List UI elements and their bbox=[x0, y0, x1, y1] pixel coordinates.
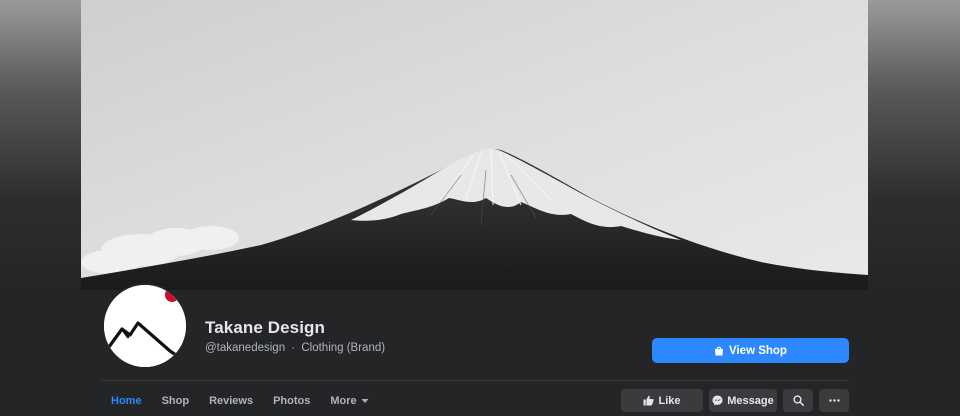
page-actions: Like Message bbox=[621, 389, 849, 412]
cover-photo[interactable] bbox=[81, 0, 868, 290]
like-button[interactable]: Like bbox=[621, 389, 703, 412]
message-label: Message bbox=[727, 394, 774, 407]
search-icon bbox=[792, 395, 804, 406]
tab-reviews[interactable]: Reviews bbox=[199, 388, 263, 414]
page-category[interactable]: Clothing (Brand) bbox=[301, 342, 385, 354]
tab-label: More bbox=[330, 395, 357, 407]
message-button[interactable]: Message bbox=[709, 389, 777, 412]
page-subtitle: @takanedesign · Clothing (Brand) bbox=[205, 342, 385, 354]
tab-shop[interactable]: Shop bbox=[152, 388, 200, 414]
tab-home[interactable]: Home bbox=[101, 388, 152, 414]
like-label: Like bbox=[658, 394, 681, 407]
page-title: Takane Design bbox=[205, 318, 326, 337]
messenger-icon bbox=[712, 395, 723, 406]
tab-photos[interactable]: Photos bbox=[263, 388, 320, 414]
tab-more[interactable]: More bbox=[320, 388, 378, 414]
tab-label: Shop bbox=[161, 395, 190, 407]
takane-logo-icon bbox=[104, 285, 186, 367]
thumbs-up-icon bbox=[643, 395, 655, 406]
view-shop-button[interactable]: View Shop bbox=[652, 338, 849, 363]
ellipsis-icon bbox=[828, 399, 840, 402]
tab-label: Photos bbox=[273, 395, 311, 407]
tab-label: Home bbox=[111, 395, 142, 407]
caret-down-icon bbox=[361, 398, 369, 404]
header-divider bbox=[101, 380, 849, 381]
search-button[interactable] bbox=[783, 389, 813, 412]
mountain-cover-image bbox=[81, 0, 868, 290]
subtitle-separator: · bbox=[291, 342, 296, 354]
page-tabs: Home Shop Reviews Photos More bbox=[101, 388, 379, 414]
page-handle[interactable]: @takanedesign bbox=[205, 342, 285, 354]
tab-label: Reviews bbox=[209, 395, 254, 407]
more-options-button[interactable] bbox=[819, 389, 849, 412]
page-avatar[interactable] bbox=[102, 283, 188, 369]
shopping-bag-icon bbox=[714, 346, 724, 356]
view-shop-label: View Shop bbox=[729, 344, 787, 357]
